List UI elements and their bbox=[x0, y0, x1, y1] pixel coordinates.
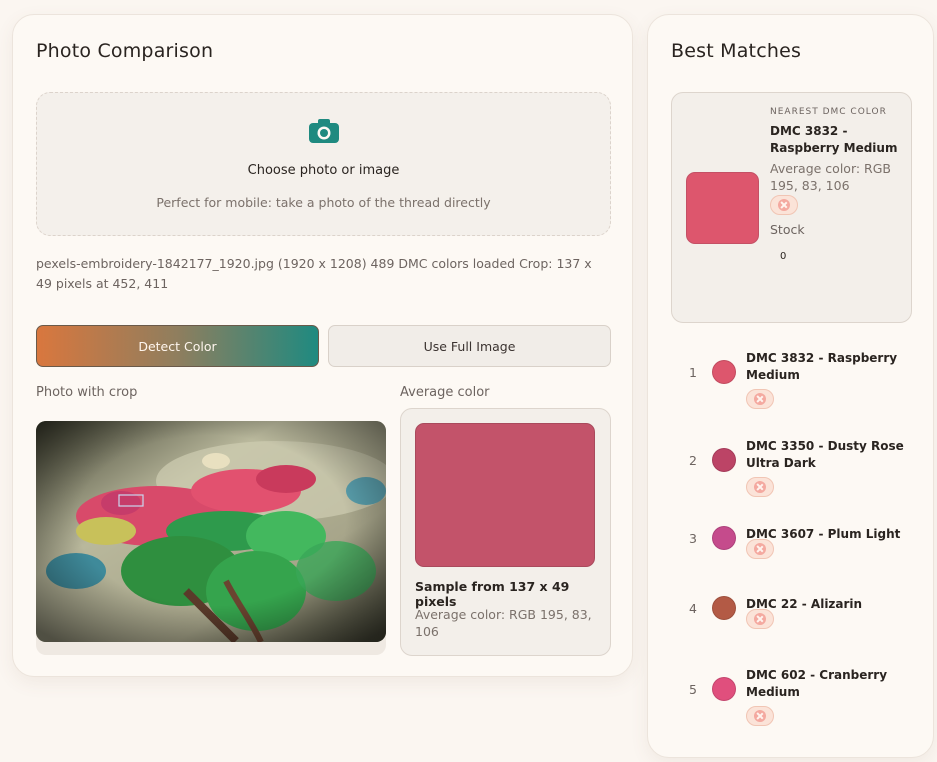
remove-match-toggle[interactable] bbox=[746, 477, 774, 497]
upload-hint: Perfect for mobile: take a photo of the … bbox=[156, 195, 491, 210]
sample-size-text: Sample from 137 x 49 pixels bbox=[415, 579, 570, 609]
nearest-name: DMC 3832 - Raspberry Medium bbox=[770, 124, 898, 155]
photo-with-crop-label: Photo with crop bbox=[36, 385, 138, 400]
photo-comparison-title: Photo Comparison bbox=[36, 40, 214, 62]
stock-label: Stock bbox=[770, 222, 805, 237]
close-icon bbox=[754, 481, 766, 493]
embroidery-photo-image bbox=[36, 421, 386, 642]
nearest-dmc-panel: NEAREST DMC COLOR DMC 3832 - Raspberry M… bbox=[671, 92, 912, 323]
embroidery-photo[interactable] bbox=[36, 421, 386, 642]
remove-match-toggle[interactable] bbox=[746, 609, 774, 629]
use-full-image-button[interactable]: Use Full Image bbox=[328, 325, 611, 367]
match-color-swatch bbox=[712, 526, 736, 550]
nearest-kicker: NEAREST DMC COLOR bbox=[770, 107, 887, 117]
match-color-swatch bbox=[712, 596, 736, 620]
file-info-text: pexels-embroidery-1842177_1920.jpg (1920… bbox=[36, 256, 592, 291]
close-icon bbox=[754, 710, 766, 722]
remove-match-toggle[interactable] bbox=[746, 389, 774, 409]
match-rank: 5 bbox=[689, 682, 697, 697]
remove-match-toggle[interactable] bbox=[746, 539, 774, 559]
stock-value: 0 bbox=[780, 251, 787, 262]
remove-match-toggle[interactable] bbox=[746, 706, 774, 726]
choose-photo-label[interactable]: Choose photo or image bbox=[37, 163, 610, 178]
match-name: DMC 3832 - Raspberry Medium bbox=[746, 351, 898, 382]
best-matches-title: Best Matches bbox=[671, 40, 802, 62]
close-icon bbox=[778, 199, 790, 211]
nearest-rgb-text: Average color: RGB 195, 83, 106 bbox=[770, 161, 891, 193]
average-rgb-text: Average color: RGB 195, 83, 106 bbox=[415, 607, 592, 639]
match-rank: 4 bbox=[689, 601, 697, 616]
match-rank: 3 bbox=[689, 531, 697, 546]
remove-stock-toggle[interactable] bbox=[770, 195, 798, 215]
match-name: DMC 3350 - Dusty Rose Ultra Dark bbox=[746, 439, 904, 470]
match-rank: 1 bbox=[689, 365, 697, 380]
close-icon bbox=[754, 543, 766, 555]
photo-comparison-card: Photo Comparison Choose photo or image P… bbox=[12, 14, 633, 677]
detect-color-button[interactable]: Detect Color bbox=[36, 325, 319, 367]
match-color-swatch bbox=[712, 360, 736, 384]
close-icon bbox=[754, 393, 766, 405]
match-name: DMC 602 - Cranberry Medium bbox=[746, 668, 888, 699]
photo-upload-dropzone[interactable]: Choose photo or image Perfect for mobile… bbox=[36, 92, 611, 236]
average-color-panel: Sample from 137 x 49 pixels Average colo… bbox=[400, 408, 611, 656]
average-color-label: Average color bbox=[400, 385, 490, 400]
close-icon bbox=[754, 613, 766, 625]
match-rank: 2 bbox=[689, 453, 697, 468]
match-color-swatch bbox=[712, 677, 736, 701]
camera-icon bbox=[309, 119, 339, 143]
match-color-swatch bbox=[712, 448, 736, 472]
nearest-color-swatch bbox=[686, 172, 759, 244]
best-matches-card: Best Matches NEAREST DMC COLOR DMC 3832 … bbox=[647, 14, 934, 758]
average-color-swatch bbox=[415, 423, 595, 567]
